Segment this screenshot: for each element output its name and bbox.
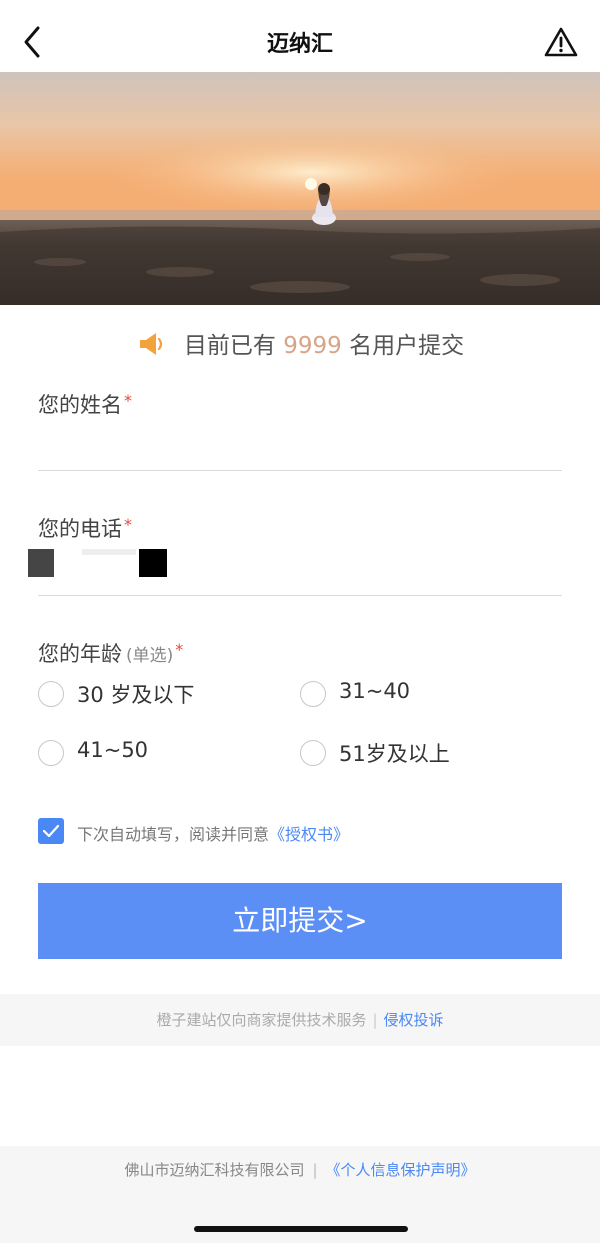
service-notice-bar: 橙子建站仅向商家提供技术服务 | 侵权投诉 [0,994,600,1046]
service-text: 橙子建站仅向商家提供技术服务 [156,1011,367,1029]
age-option-label: 51岁及以上 [339,742,450,766]
required-mark: * [124,515,132,534]
age-field-label: 您的年龄 (单选) * [38,638,183,668]
company-name: 佛山市迈纳汇科技有限公司 [124,1161,305,1179]
age-option-label: 31~40 [339,679,411,703]
agreement-text: 下次自动填写，阅读并同意《授权书》 [77,821,349,845]
redaction-block [139,549,167,577]
privacy-statement-link[interactable]: 《个人信息保护声明》 [326,1161,476,1179]
authorization-link[interactable]: 《授权书》 [269,825,349,844]
footer: 佛山市迈纳汇科技有限公司 | 《个人信息保护声明》 [0,1146,600,1243]
agreement-label: 下次自动填写，阅读并同意 [77,825,270,844]
notice-prefix: 目前已有 [183,333,276,359]
radio-circle [300,681,326,707]
radio-circle [38,740,64,766]
name-label-text: 您的姓名 [38,393,122,417]
single-choice-hint: (单选) [126,646,174,666]
hero-banner-image [0,72,600,305]
page-title: 迈纳汇 [266,32,333,57]
speaker-icon [139,333,163,355]
submission-count: 9999 [283,333,342,359]
radio-circle [300,740,326,766]
footer-text: 佛山市迈纳汇科技有限公司 | 《个人信息保护声明》 [0,1159,600,1180]
separator: | [312,1161,318,1179]
home-indicator [194,1226,408,1232]
nav-bar: 迈纳汇 [0,0,600,72]
submit-button[interactable]: 立即提交> [38,883,562,959]
radio-circle [38,681,64,707]
age-label-text: 您的年龄 [38,642,122,666]
name-input-underline [38,470,562,471]
redaction-block [28,549,54,577]
notice-suffix: 名用户提交 [349,333,465,359]
submission-notice: 目前已有 9999 名用户提交 [0,326,600,362]
checkmark-icon [42,824,60,838]
phone-label-text: 您的电话 [38,517,122,541]
age-option-label: 41~50 [77,738,149,762]
complaint-link[interactable]: 侵权投诉 [384,1011,444,1029]
separator: | [372,1011,378,1029]
required-mark: * [175,640,184,659]
phone-input-underline [38,595,562,596]
agreement-checkbox[interactable] [38,818,64,844]
name-field-label: 您的姓名 * [38,389,132,419]
warning-triangle-icon[interactable] [543,26,579,58]
phone-field-label: 您的电话 * [38,513,132,543]
age-option-label: 30 岁及以下 [77,683,195,707]
name-input[interactable] [38,424,562,464]
required-mark: * [124,391,132,410]
redaction-block [82,549,136,555]
